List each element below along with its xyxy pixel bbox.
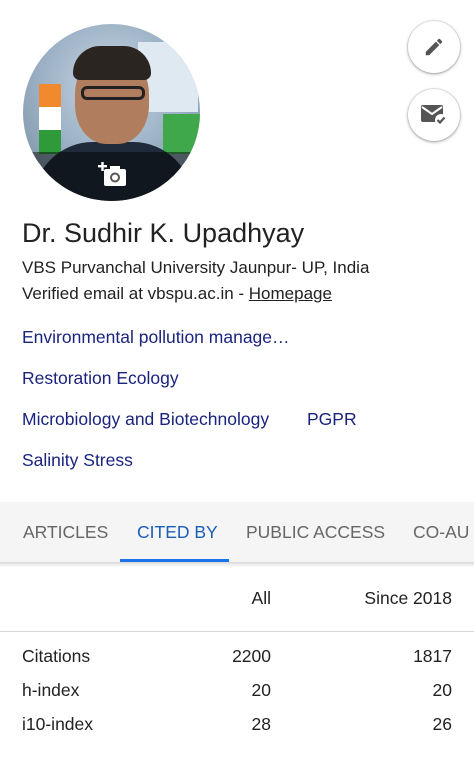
citations-all: 2200 <box>232 646 271 666</box>
profile-email: Verified email at vbspu.ac.in - Homepage <box>22 284 332 304</box>
h-index-since: 20 <box>432 680 452 700</box>
row-label-citations: Citations <box>22 646 91 666</box>
interest-link[interactable]: Restoration Ecology <box>22 368 179 389</box>
photo-person-hair <box>73 46 151 80</box>
i10-index-since: 26 <box>432 714 452 734</box>
profile-affiliation: VBS Purvanchal University Jaunpur- UP, I… <box>22 258 370 277</box>
active-tab-indicator <box>120 559 229 562</box>
citations-since: 1817 <box>413 646 452 666</box>
email-alert-button[interactable] <box>408 89 460 141</box>
add-photo-icon[interactable] <box>98 162 128 188</box>
column-header-since: Since 2018 <box>364 588 452 608</box>
tab-cited-by[interactable]: CITED BY <box>137 502 218 562</box>
h-index-all: 20 <box>251 680 271 700</box>
interest-link[interactable]: Microbiology and Biotechnology <box>22 409 269 430</box>
row-label-i10-index: i10-index <box>22 714 94 734</box>
photo-background-detail <box>163 114 200 154</box>
tab-public-access[interactable]: PUBLIC ACCESS <box>246 502 385 562</box>
verified-email-text: Verified email at vbspu.ac.in - <box>22 284 249 303</box>
mail-check-icon <box>421 105 447 126</box>
tab-articles[interactable]: ARTICLES <box>23 502 108 562</box>
pencil-icon <box>425 38 443 56</box>
tab-co-authors[interactable]: CO-AU <box>413 502 469 562</box>
photo-person-glasses <box>81 86 145 100</box>
interest-link[interactable]: Salinity Stress <box>22 450 133 471</box>
profile-tab-bar: ARTICLES CITED BY PUBLIC ACCESS CO-AU <box>0 502 474 563</box>
row-label-h-index: h-index <box>22 680 80 700</box>
interest-link[interactable]: Environmental pollution manage… <box>22 327 290 348</box>
profile-photo[interactable] <box>23 24 200 201</box>
homepage-link[interactable]: Homepage <box>249 284 332 303</box>
table-divider <box>0 631 474 632</box>
edit-profile-button[interactable] <box>408 21 460 73</box>
profile-name: Dr. Sudhir K. Upadhyay <box>22 218 305 248</box>
photo-flag <box>39 84 61 154</box>
interest-link[interactable]: PGPR <box>307 409 357 430</box>
tab-bar-shadow <box>0 563 474 567</box>
column-header-all: All <box>251 588 271 608</box>
i10-index-all: 28 <box>251 714 271 734</box>
